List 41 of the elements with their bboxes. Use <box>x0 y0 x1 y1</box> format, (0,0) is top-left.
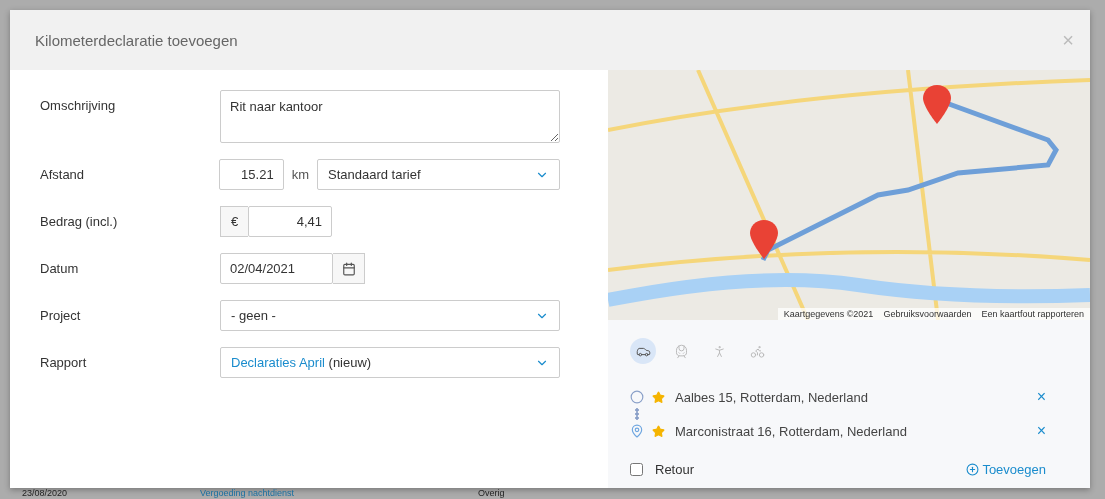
remove-button[interactable]: × <box>1036 388 1066 406</box>
table-cell-text: Overig <box>478 488 506 499</box>
attribution-link[interactable]: Gebruiksvoorwaarden <box>883 309 972 319</box>
field-label: Datum <box>40 260 80 278</box>
field-label: Afstand <box>40 166 86 184</box>
date-field[interactable]: 02/04/2021 <box>220 253 333 284</box>
address-text: Aalbes 15, Rotterdam, Nederland <box>675 389 869 405</box>
circle-icon <box>630 390 644 404</box>
rate-dropdown[interactable]: Standaard tarief <box>317 159 560 190</box>
amount-field[interactable]: 4,41 <box>248 206 332 237</box>
report-value: Declaraties April (nieuw) <box>231 355 372 370</box>
calendar-icon <box>341 261 356 276</box>
route-dots-icon <box>635 408 639 420</box>
star-icon[interactable] <box>652 424 665 438</box>
calendar-button[interactable] <box>333 253 365 284</box>
report-link[interactable]: Declaraties April <box>231 355 325 370</box>
report-dropdown[interactable]: Declaraties April (nieuw) <box>220 347 560 378</box>
retour-label[interactable]: Retour <box>630 462 695 477</box>
pin-icon <box>630 424 644 438</box>
field-label: Rapport <box>40 354 88 372</box>
add-button[interactable]: Toevoegen <box>966 462 1066 477</box>
address-text: Marconistraat 16, Rotterdam, Nederland <box>675 423 908 439</box>
field-label: Bedrag (incl.) <box>40 213 119 231</box>
field-label: Omschrijving <box>40 97 117 115</box>
retour-checkbox[interactable] <box>630 463 643 476</box>
attribution-link[interactable]: Een kaartfout rapporteren <box>981 309 1084 319</box>
remove-button[interactable]: × <box>1036 422 1066 440</box>
star-icon[interactable] <box>652 390 665 404</box>
attribution-link[interactable]: Kaartgegevens ©2021 <box>783 309 874 319</box>
car-mode-button[interactable] <box>630 338 656 364</box>
table-cell-text: 23/08/2020 <box>22 488 69 499</box>
distance-field[interactable]: 15.21 <box>218 159 284 190</box>
unit-label: km <box>291 167 309 182</box>
project-dropdown[interactable]: - geen - <box>220 300 560 331</box>
currency-label: € <box>220 206 248 237</box>
dialog-title: Kilometerdeclaratie toevoegen <box>35 31 238 49</box>
field-label: Project <box>40 307 82 325</box>
bike-icon <box>749 343 765 359</box>
description-field[interactable]: Rit naar kantoor <box>220 90 560 143</box>
train-icon <box>673 343 689 359</box>
plus-icon <box>966 463 980 476</box>
